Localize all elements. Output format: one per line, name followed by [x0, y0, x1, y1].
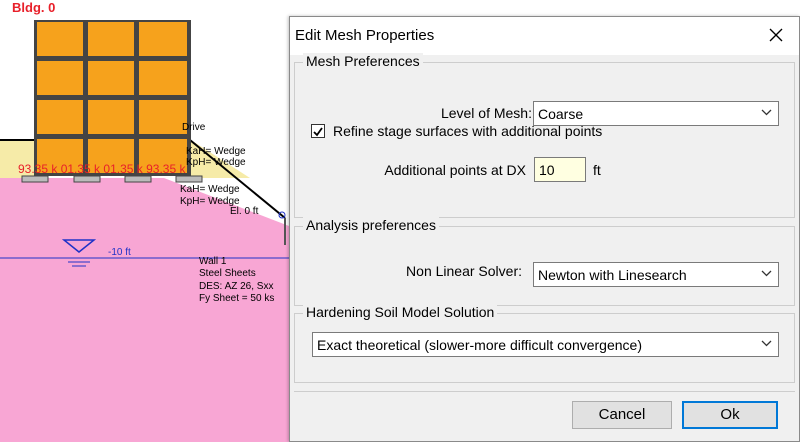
- soil-region: [0, 178, 289, 442]
- close-button[interactable]: [753, 17, 799, 53]
- analysis-preferences-label: Analysis preferences: [303, 217, 439, 233]
- dialog-title: Edit Mesh Properties: [295, 27, 435, 44]
- building-label: Bldg. 0: [12, 0, 56, 15]
- nonlinear-solver-select[interactable]: Newton with Linesearch: [533, 262, 779, 287]
- mesh-preferences-group: Mesh Preferences: [294, 53, 795, 218]
- dx-unit-label: ft: [593, 162, 601, 178]
- level-of-mesh-value: Coarse: [538, 106, 584, 122]
- wall-label: Wall 1: [199, 256, 227, 267]
- hardening-soil-select[interactable]: Exact theoretical (slower-more difficult…: [312, 332, 779, 357]
- nonlinear-solver-value: Newton with Linesearch: [538, 267, 687, 283]
- additional-points-input[interactable]: [534, 157, 586, 182]
- close-icon: [769, 28, 783, 42]
- wall-fy-label: Fy Sheet = 50 ks: [199, 293, 275, 304]
- chevron-down-icon: [761, 340, 772, 347]
- chevron-down-icon: [761, 109, 772, 116]
- wall-type-label: Steel Sheets: [199, 268, 256, 279]
- drive-label: Drive: [182, 122, 206, 133]
- building: [21, 20, 203, 183]
- kph-label-1: KpH= Wedge: [186, 157, 246, 168]
- hardening-soil-label: Hardening Soil Model Solution: [303, 304, 498, 320]
- checkmark-icon: [313, 127, 323, 137]
- wall-design-label: DES: AZ 26, Sxx: [199, 281, 274, 292]
- cancel-button[interactable]: Cancel: [572, 401, 672, 429]
- level-of-mesh-label: Level of Mesh:: [440, 105, 532, 121]
- mesh-preferences-label: Mesh Preferences: [303, 53, 423, 69]
- elevation-label: El. 0 ft: [230, 206, 259, 217]
- dialog-titlebar[interactable]: Edit Mesh Properties: [290, 17, 799, 55]
- additional-points-label: Additional points at DX: [384, 162, 526, 178]
- ok-button[interactable]: Ok: [682, 401, 778, 429]
- water-level-label: -10 ft: [108, 247, 131, 258]
- refine-checkbox[interactable]: [311, 124, 325, 138]
- edit-mesh-dialog: Edit Mesh Properties Mesh Preferences Le…: [289, 16, 800, 442]
- refine-label[interactable]: Refine stage surfaces with additional po…: [333, 123, 602, 139]
- nonlinear-solver-label: Non Linear Solver:: [406, 263, 522, 279]
- hardening-soil-value: Exact theoretical (slower-more difficult…: [317, 337, 642, 353]
- kah-label-2: KaH= Wedge: [180, 184, 240, 195]
- load-labels: 93.35 k 01.35 k 01.35 k 93.35 k: [18, 162, 186, 176]
- chevron-down-icon: [761, 270, 772, 277]
- kah-label-1: KaH= Wedge: [186, 146, 246, 157]
